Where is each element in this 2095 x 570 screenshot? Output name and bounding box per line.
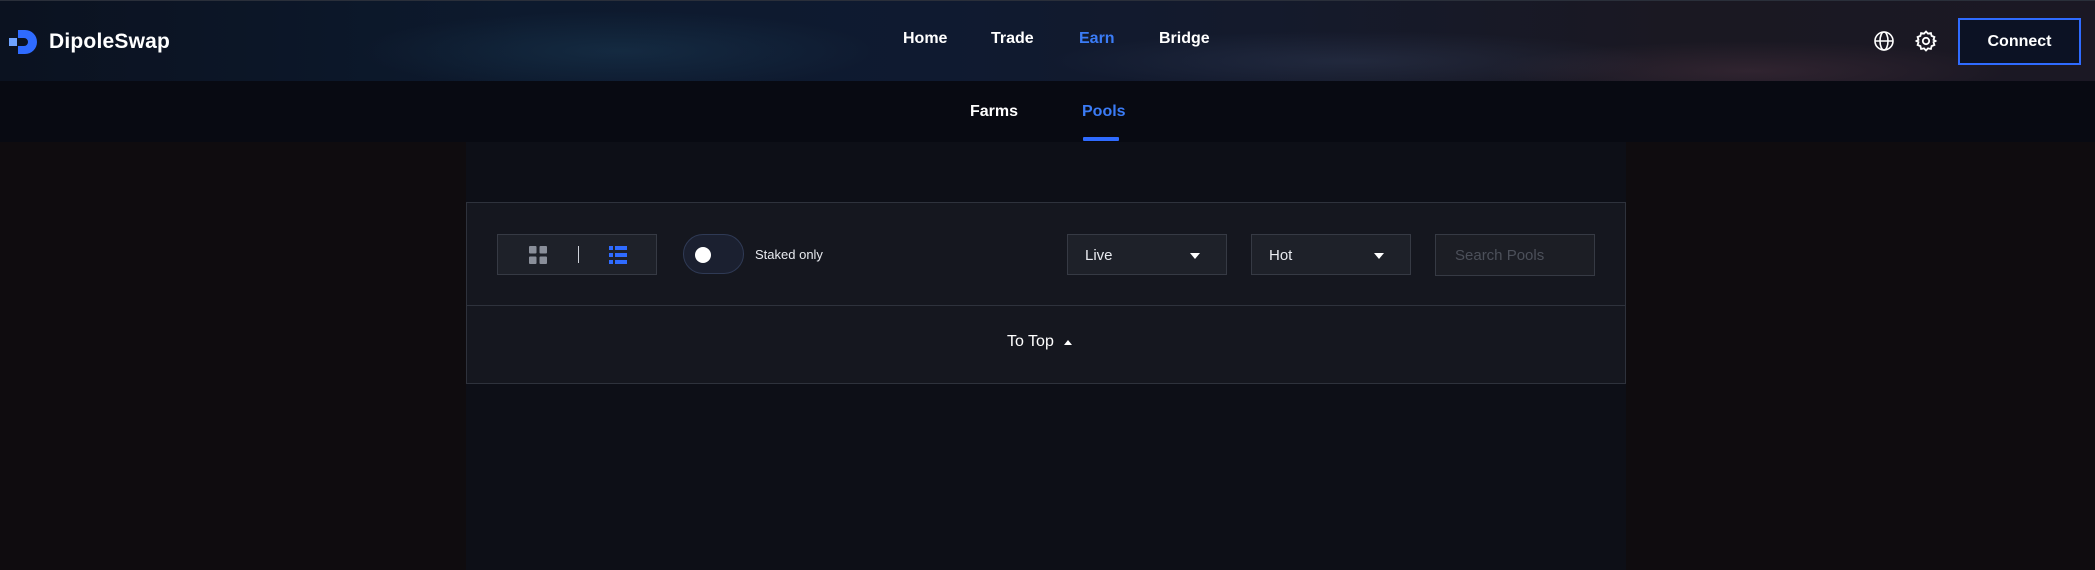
main-nav: Home Trade Earn Bridge xyxy=(0,1,2095,82)
caret-down-icon xyxy=(1374,253,1384,259)
view-mode-toggle xyxy=(497,234,657,275)
active-tab-indicator xyxy=(1083,137,1119,141)
gear-icon[interactable] xyxy=(1914,29,1938,53)
sort-select-value: Hot xyxy=(1269,247,1293,264)
staked-only-label: Staked only xyxy=(755,247,823,262)
status-select-value: Live xyxy=(1085,247,1113,264)
top-header: DipoleSwap Home Trade Earn Bridge Connec… xyxy=(0,0,2095,81)
staked-only-toggle[interactable] xyxy=(683,234,744,274)
caret-down-icon xyxy=(1190,253,1200,259)
left-background xyxy=(0,142,466,570)
tab-farms[interactable]: Farms xyxy=(970,103,1018,121)
nav-item-bridge[interactable]: Bridge xyxy=(1159,30,1210,48)
search-pools-input[interactable] xyxy=(1435,234,1595,276)
panel-divider xyxy=(467,305,1625,306)
pools-panel: Staked only Live Hot To Top xyxy=(466,202,1626,384)
caret-up-icon xyxy=(1063,339,1072,345)
tab-pools[interactable]: Pools xyxy=(1082,103,1126,121)
sort-select[interactable]: Hot xyxy=(1251,234,1411,275)
nav-item-earn[interactable]: Earn xyxy=(1079,30,1115,48)
status-select[interactable]: Live xyxy=(1067,234,1227,275)
toggle-knob xyxy=(695,247,711,263)
view-toggle-divider xyxy=(578,246,579,263)
grid-view-icon[interactable] xyxy=(529,246,547,264)
nav-item-trade[interactable]: Trade xyxy=(991,30,1034,48)
to-top-label: To Top xyxy=(1007,333,1054,350)
earn-subnav: Farms Pools xyxy=(0,81,2095,142)
list-view-icon[interactable] xyxy=(609,246,627,264)
nav-item-home[interactable]: Home xyxy=(903,30,947,48)
globe-icon[interactable] xyxy=(1872,29,1896,53)
connect-wallet-button[interactable]: Connect xyxy=(1958,18,2081,65)
to-top-button[interactable]: To Top xyxy=(1007,333,1072,351)
right-background xyxy=(1626,142,2095,570)
